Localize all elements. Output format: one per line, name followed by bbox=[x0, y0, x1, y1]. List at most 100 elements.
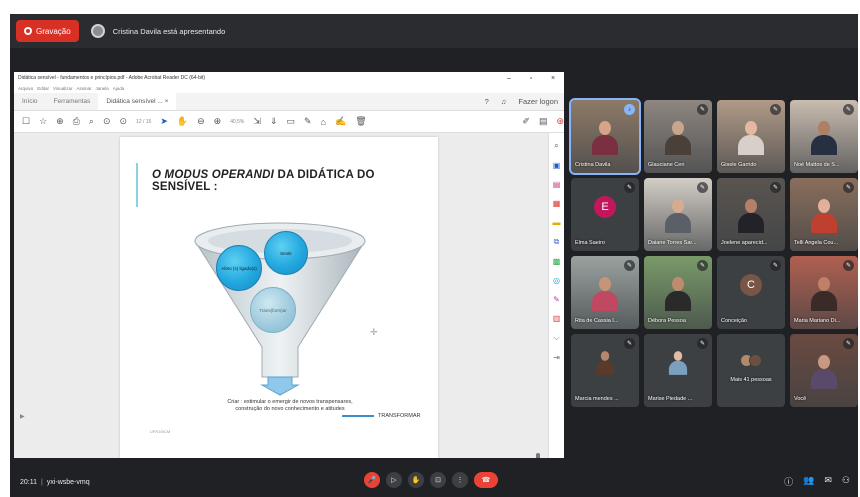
close-icon[interactable]: × bbox=[542, 75, 564, 82]
more-options-button[interactable]: ⋮ bbox=[452, 472, 468, 488]
participant-name: Glauciane Cen bbox=[648, 162, 685, 168]
raise-hand-button[interactable]: ✋ bbox=[408, 472, 424, 488]
mic-muted-icon: ✎ bbox=[624, 260, 635, 271]
combine-icon[interactable]: ⧉ bbox=[554, 237, 560, 247]
end-call-button[interactable]: ☎ bbox=[474, 472, 498, 488]
participant-video bbox=[665, 198, 691, 233]
search-panel-icon[interactable]: ⌕ bbox=[554, 141, 558, 151]
participant-tile[interactable]: Maria Mariano Di... ✎ bbox=[790, 256, 858, 329]
participant-tile[interactable]: Você ✎ bbox=[790, 334, 858, 407]
participant-tile[interactable]: Débora Pessoa ✎ bbox=[644, 256, 712, 329]
bubble-transform: Trans(form)ar bbox=[250, 287, 296, 333]
zoom-level[interactable]: 40,5% bbox=[230, 119, 244, 125]
participant-grid: Cristina Davila ♪ Glauciane Cen ✎ Gisele Gar… bbox=[569, 98, 858, 416]
export-pdf-icon[interactable]: ▣ bbox=[553, 161, 561, 170]
select-cursor-icon[interactable]: ➤ bbox=[160, 116, 168, 127]
people-icon[interactable]: 👥 bbox=[803, 475, 814, 488]
tab-tools[interactable]: Ferramentas bbox=[46, 93, 99, 110]
participant-tile[interactable]: Rita de Cassia I... ✎ bbox=[571, 256, 639, 329]
edit-pdf-icon[interactable]: ✐ bbox=[522, 116, 530, 127]
page-down-icon[interactable]: ⊙ bbox=[120, 116, 128, 127]
menu-item[interactable]: Arquivo bbox=[18, 86, 33, 91]
participant-tile[interactable]: Gisele Garrido ✎ bbox=[717, 100, 785, 173]
save-icon[interactable]: ▤ bbox=[539, 116, 548, 127]
menu-item[interactable]: Janela bbox=[95, 86, 108, 91]
minimize-icon[interactable]: – bbox=[498, 75, 520, 82]
expand-panel-icon[interactable]: ⇥ bbox=[553, 353, 560, 362]
bookmark-icon[interactable]: ☐ bbox=[22, 116, 30, 127]
menu-item[interactable]: Assinar bbox=[76, 86, 91, 91]
fill-sign-icon[interactable]: ✎ bbox=[553, 295, 560, 304]
participant-name: Marcia mendes ... bbox=[575, 396, 619, 402]
participant-name: Rita de Cassia I... bbox=[575, 318, 619, 324]
participant-photo bbox=[668, 351, 688, 376]
participant-tile[interactable]: E Elma Saeiro ✎ bbox=[571, 178, 639, 251]
info-icon[interactable]: ⓘ bbox=[784, 475, 793, 488]
meet-window: Gravação Cristina Davila está apresentan… bbox=[10, 14, 858, 497]
edit-pdf-panel-icon[interactable]: ▦ bbox=[553, 199, 561, 208]
comment-panel-icon[interactable]: ▬ bbox=[553, 218, 561, 227]
compress-icon[interactable]: ◎ bbox=[553, 276, 560, 285]
pen-icon[interactable]: ✎ bbox=[304, 116, 312, 127]
zoom-out-icon[interactable]: ⊖ bbox=[197, 116, 205, 127]
participant-tile[interactable]: Marise Piedade ... ✎ bbox=[644, 334, 712, 407]
mic-muted-icon: ✎ bbox=[624, 338, 635, 349]
mic-muted-icon: ✎ bbox=[770, 104, 781, 115]
participant-tile[interactable]: Joelene aparecid... ✎ bbox=[717, 178, 785, 251]
menu-item[interactable]: Visualizar bbox=[53, 86, 72, 91]
highlight-icon[interactable]: ⌂ bbox=[321, 117, 326, 127]
help-icon[interactable]: ? bbox=[479, 97, 495, 106]
camera-button[interactable]: ▷ bbox=[386, 472, 402, 488]
participant-tile[interactable]: Mais 41 pessoas bbox=[717, 334, 785, 407]
collapse-panel-icon[interactable]: ▶ bbox=[20, 413, 25, 420]
print-icon[interactable]: ⎙ bbox=[73, 116, 80, 127]
present-button[interactable]: ⊡ bbox=[430, 472, 446, 488]
zoom-in-icon[interactable]: ⊕ bbox=[214, 116, 222, 127]
create-pdf-icon[interactable]: ▤ bbox=[553, 180, 561, 189]
comment-icon[interactable]: ▭ bbox=[286, 116, 295, 127]
page-indicator[interactable]: 12 / 15 bbox=[136, 119, 151, 125]
search-icon[interactable]: ⌕ bbox=[89, 116, 94, 127]
participant-tile[interactable]: Telli Angela Cou... ✎ bbox=[790, 178, 858, 251]
share-icon[interactable]: ⊛ bbox=[556, 116, 564, 127]
fit-page-icon[interactable]: ⇲ bbox=[253, 116, 261, 127]
upload-icon[interactable]: ⊕ bbox=[56, 116, 64, 127]
star-icon[interactable]: ☆ bbox=[39, 116, 47, 127]
participant-name: Cristina Davila bbox=[575, 162, 611, 168]
organize-icon[interactable]: ▩ bbox=[553, 257, 561, 266]
more-tools-icon[interactable]: ⌵ bbox=[553, 333, 559, 343]
participant-tile[interactable]: Glauciane Cen ✎ bbox=[644, 100, 712, 173]
bell-icon[interactable]: ♫ bbox=[495, 97, 513, 106]
scrollbar[interactable] bbox=[536, 453, 540, 458]
participant-name: Conceição bbox=[721, 318, 747, 324]
protect-icon[interactable]: ▥ bbox=[553, 314, 561, 323]
hand-tool-icon[interactable]: ✋ bbox=[177, 116, 188, 127]
mic-off-button[interactable]: 🎤 bbox=[364, 472, 380, 488]
participant-video bbox=[592, 276, 618, 311]
participant-video bbox=[738, 198, 764, 233]
participant-name: Maria Mariano Di... bbox=[794, 318, 841, 324]
menu-item[interactable]: Editar bbox=[37, 86, 49, 91]
menu-item[interactable]: Ajuda bbox=[113, 86, 125, 91]
participant-tile[interactable]: Noé Mattos de S... ✎ bbox=[790, 100, 858, 173]
participant-tile[interactable]: C Conceição ✎ bbox=[717, 256, 785, 329]
sign-icon[interactable]: ✍ bbox=[335, 116, 346, 127]
activities-icon[interactable]: ⚇ bbox=[842, 475, 850, 488]
slide-caption: Criar : estimular o emergir de novos tra… bbox=[227, 399, 353, 413]
tab-document[interactable]: Didática sensível ... × bbox=[98, 93, 177, 110]
recording-badge[interactable]: Gravação bbox=[16, 20, 79, 42]
tab-home[interactable]: Início bbox=[14, 93, 46, 110]
login-button[interactable]: Fazer logon bbox=[512, 97, 564, 106]
maximize-icon[interactable]: ▫ bbox=[520, 75, 542, 82]
participant-tile[interactable]: Daiane Torres Sar... ✎ bbox=[644, 178, 712, 251]
page-up-icon[interactable]: ⊙ bbox=[103, 116, 111, 127]
slide-footer: UFRJ/BCM bbox=[150, 429, 171, 434]
chat-icon[interactable]: ✉ bbox=[824, 475, 832, 488]
mic-muted-icon: ✎ bbox=[697, 260, 708, 271]
participant-tile[interactable]: Marcia mendes ... ✎ bbox=[571, 334, 639, 407]
delete-icon[interactable]: 🗑 bbox=[355, 116, 366, 127]
pdf-window-titlebar: Didática sensível - fundamentos e princí… bbox=[14, 72, 564, 84]
scroll-mode-icon[interactable]: ⇓ bbox=[270, 116, 278, 127]
meeting-code: yxi-wsbe-vmq bbox=[46, 479, 90, 486]
participant-tile[interactable]: Cristina Davila ♪ bbox=[569, 98, 641, 175]
